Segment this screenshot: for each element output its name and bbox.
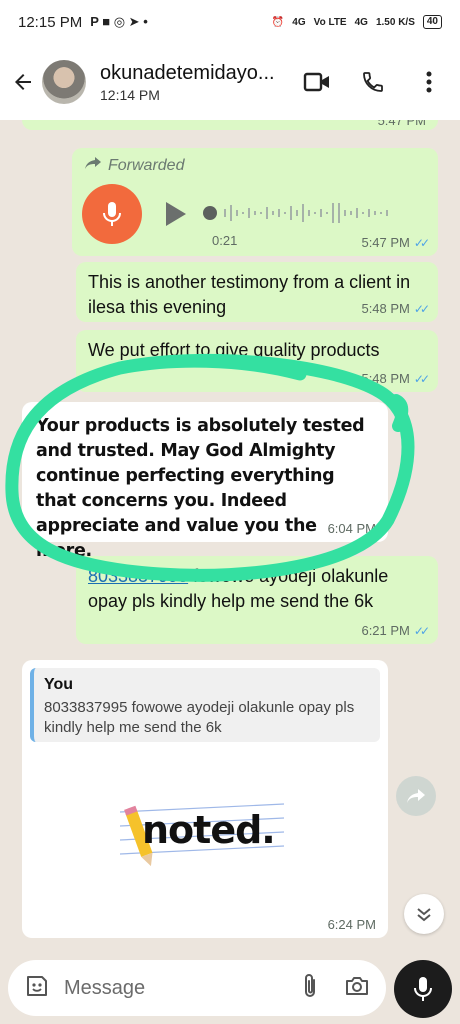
notification-icons: P ■ ◎ ➤ • [90, 14, 148, 29]
message-meta: 6:21 PM ✓✓ [361, 623, 430, 638]
read-ticks-icon: ✓✓ [413, 623, 430, 638]
emoji-sticker-icon[interactable] [24, 973, 50, 1004]
forwarded-label: Forwarded [84, 156, 426, 175]
highlight-circle-annotation [5, 353, 415, 582]
play-icon[interactable] [164, 200, 188, 233]
forwarded-icon [84, 156, 102, 175]
read-ticks-icon: ✓✓ [413, 301, 430, 316]
last-seen: 12:14 PM [100, 86, 160, 103]
message-meta: 6:24 PM [328, 917, 376, 932]
attach-icon[interactable] [302, 972, 318, 1005]
voice-avatar-mic [82, 184, 142, 244]
chat-header: okunadetemidayo... 12:14 PM [0, 44, 460, 120]
camera-icon[interactable] [344, 975, 370, 1002]
quote-author: You [44, 676, 74, 693]
message-time: 5:47 PM [361, 235, 410, 250]
contact-avatar[interactable] [42, 60, 86, 104]
forward-button[interactable] [396, 776, 436, 816]
video-call-icon[interactable] [300, 65, 334, 99]
battery-icon: 40 [422, 15, 442, 29]
message-time: 6:21 PM [361, 623, 410, 638]
contact-name: okunadetemidayo... [100, 61, 275, 84]
message-input[interactable]: Message [64, 977, 302, 1000]
message-meta: 5:47 PM ✓✓ [361, 235, 430, 250]
alarm-icon: ⏰ [271, 16, 285, 28]
message-meta: 5:48 PM ✓✓ [361, 301, 430, 316]
status-time: 12:15 PM [18, 13, 83, 31]
voice-duration: 0:21 [212, 233, 238, 248]
chat-area: 5:47 PM Forwarded 0:21 5:47 PM ✓✓ This i… [0, 120, 460, 950]
voice-waveform[interactable] [202, 198, 412, 233]
speed-indicator: 1.50 K/S [375, 16, 415, 28]
status-bar: 12:15 PM P ■ ◎ ➤ • ⏰ 4G Vo LTE 4G 1.50 K… [0, 0, 460, 44]
sticker-text: noted. [142, 808, 276, 852]
message-bubble-incoming[interactable]: You 8033837995 fowowe ayodeji olakunle o… [22, 660, 388, 938]
message-composer: Message [8, 960, 386, 1016]
system-icons: ⏰ 4G Vo LTE 4G 1.50 K/S 40 [272, 15, 442, 29]
message-meta: 5:47 PM [378, 120, 426, 128]
scroll-down-button[interactable] [404, 894, 444, 934]
message-time: 5:48 PM [361, 301, 410, 316]
contact-info[interactable]: okunadetemidayo... 12:14 PM [100, 62, 278, 103]
quote-text: 8033837995 fowowe ayodeji olakunle opay … [44, 699, 355, 736]
network-4g-2: 4G [354, 16, 368, 28]
network-4g: 4G [292, 16, 306, 28]
record-voice-button[interactable] [394, 960, 452, 1018]
quoted-reply[interactable]: You 8033837995 fowowe ayodeji olakunle o… [30, 668, 380, 742]
voice-message-bubble[interactable]: Forwarded 0:21 5:47 PM ✓✓ [72, 148, 438, 256]
message-time: 5:47 PM [377, 120, 426, 128]
more-options-icon[interactable] [412, 65, 446, 99]
read-ticks-icon: ✓✓ [413, 235, 430, 250]
message-time: 6:24 PM [327, 917, 376, 932]
back-arrow-icon[interactable] [8, 67, 38, 97]
message-bubble[interactable]: This is another testimony from a client … [76, 262, 438, 322]
network-volte: Vo LTE [313, 16, 347, 28]
microphone-icon [414, 977, 432, 1001]
message-bubble-partial[interactable]: 5:47 PM [22, 120, 438, 130]
voice-call-icon[interactable] [356, 65, 390, 99]
noted-sticker[interactable]: noted. [120, 796, 284, 870]
